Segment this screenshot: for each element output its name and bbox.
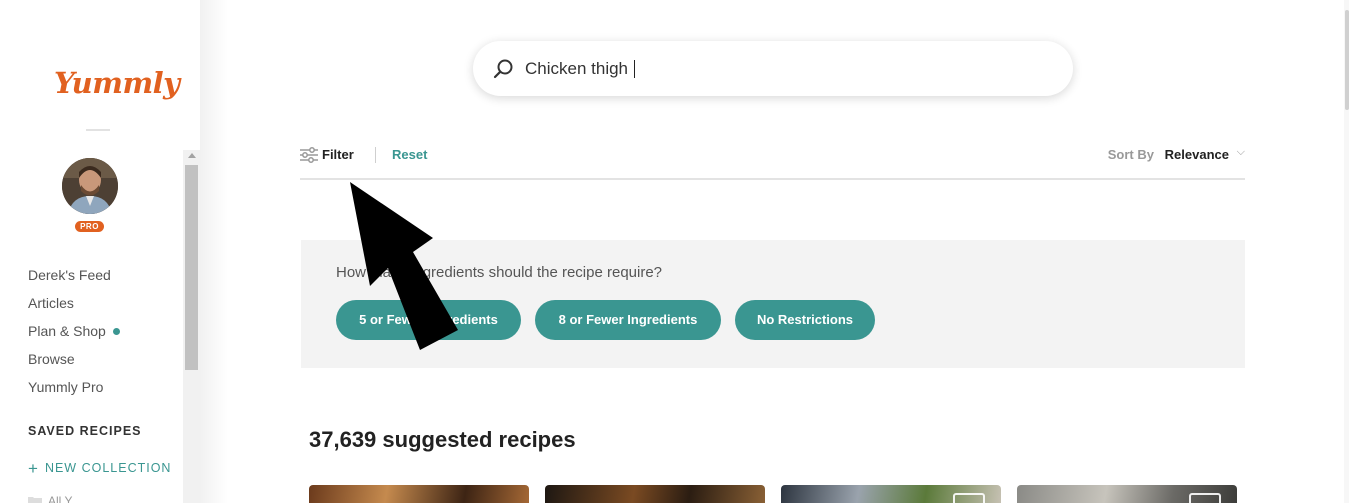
chevron-down-icon[interactable]: ⌵ [1237, 146, 1245, 159]
sidebar-item-plan-shop[interactable]: Plan & Shop [28, 322, 120, 350]
collection-label: All Y... [48, 494, 81, 503]
sidebar-item-articles[interactable]: Articles [28, 294, 120, 322]
pro-badge: PRO [75, 221, 104, 232]
sidebar-item-yummly-pro[interactable]: Yummly Pro [28, 378, 120, 406]
folder-icon [28, 497, 42, 503]
sort-dropdown[interactable]: Relevance [1165, 147, 1229, 162]
sidebar-item-label: Plan & Shop [28, 323, 106, 339]
chip-8-or-fewer[interactable]: 8 or Fewer Ingredients [535, 300, 721, 340]
chip-no-restrictions[interactable]: No Restrictions [735, 300, 875, 340]
filter-bar: Filter Reset Sort By Relevance ⌵ [300, 142, 1245, 180]
filter-button[interactable]: Filter [322, 147, 354, 162]
video-icon [1189, 493, 1221, 503]
recipe-card[interactable] [1017, 485, 1237, 503]
scroll-up-arrow-icon[interactable] [188, 153, 196, 158]
sidebar-item-browse[interactable]: Browse [28, 350, 120, 378]
text-caret [634, 60, 635, 78]
avatar-photo [62, 158, 118, 214]
sidebar-scrollbar-thumb[interactable] [185, 165, 198, 370]
chip-5-or-fewer[interactable]: 5 or Fewer Ingredients [336, 300, 521, 340]
video-icon [953, 493, 985, 503]
recipe-card[interactable] [781, 485, 1001, 503]
reset-button[interactable]: Reset [392, 147, 427, 162]
filter-sliders-icon[interactable] [300, 147, 318, 163]
yummly-logo[interactable]: Yummly [54, 66, 180, 100]
collection-item-all-yums[interactable]: All Y... [28, 494, 81, 503]
ingredients-question: How many ingredients should the recipe r… [336, 264, 663, 281]
saved-recipes-heading: SAVED RECIPES [28, 424, 142, 438]
sidebar: Yummly PRO Derek's Feed Articles Plan & … [0, 0, 200, 503]
new-collection-label: NEW COLLECTION [44, 461, 172, 475]
sidebar-item-feed[interactable]: Derek's Feed [28, 266, 120, 294]
results-count: 37,639 suggested recipes [309, 427, 576, 452]
recipe-card[interactable] [545, 485, 765, 503]
sort-by-label: Sort By [1107, 147, 1154, 162]
avatar[interactable] [62, 158, 118, 214]
filter-divider [375, 147, 376, 163]
logo-divider [86, 129, 110, 131]
search-input[interactable] [525, 56, 1045, 82]
search-icon[interactable] [492, 57, 516, 81]
search-bar[interactable] [473, 41, 1073, 96]
sidebar-nav: Derek's Feed Articles Plan & Shop Browse… [28, 266, 120, 406]
ingredients-filter-panel: How many ingredients should the recipe r… [301, 240, 1245, 368]
content-edge-shadow [200, 0, 228, 503]
recipe-card[interactable] [309, 485, 529, 503]
plus-icon: + [28, 459, 39, 478]
notification-dot [112, 328, 120, 335]
new-collection-button[interactable]: + NEW COLLECTION [28, 459, 171, 479]
page-scrollbar-thumb[interactable] [1345, 10, 1349, 110]
